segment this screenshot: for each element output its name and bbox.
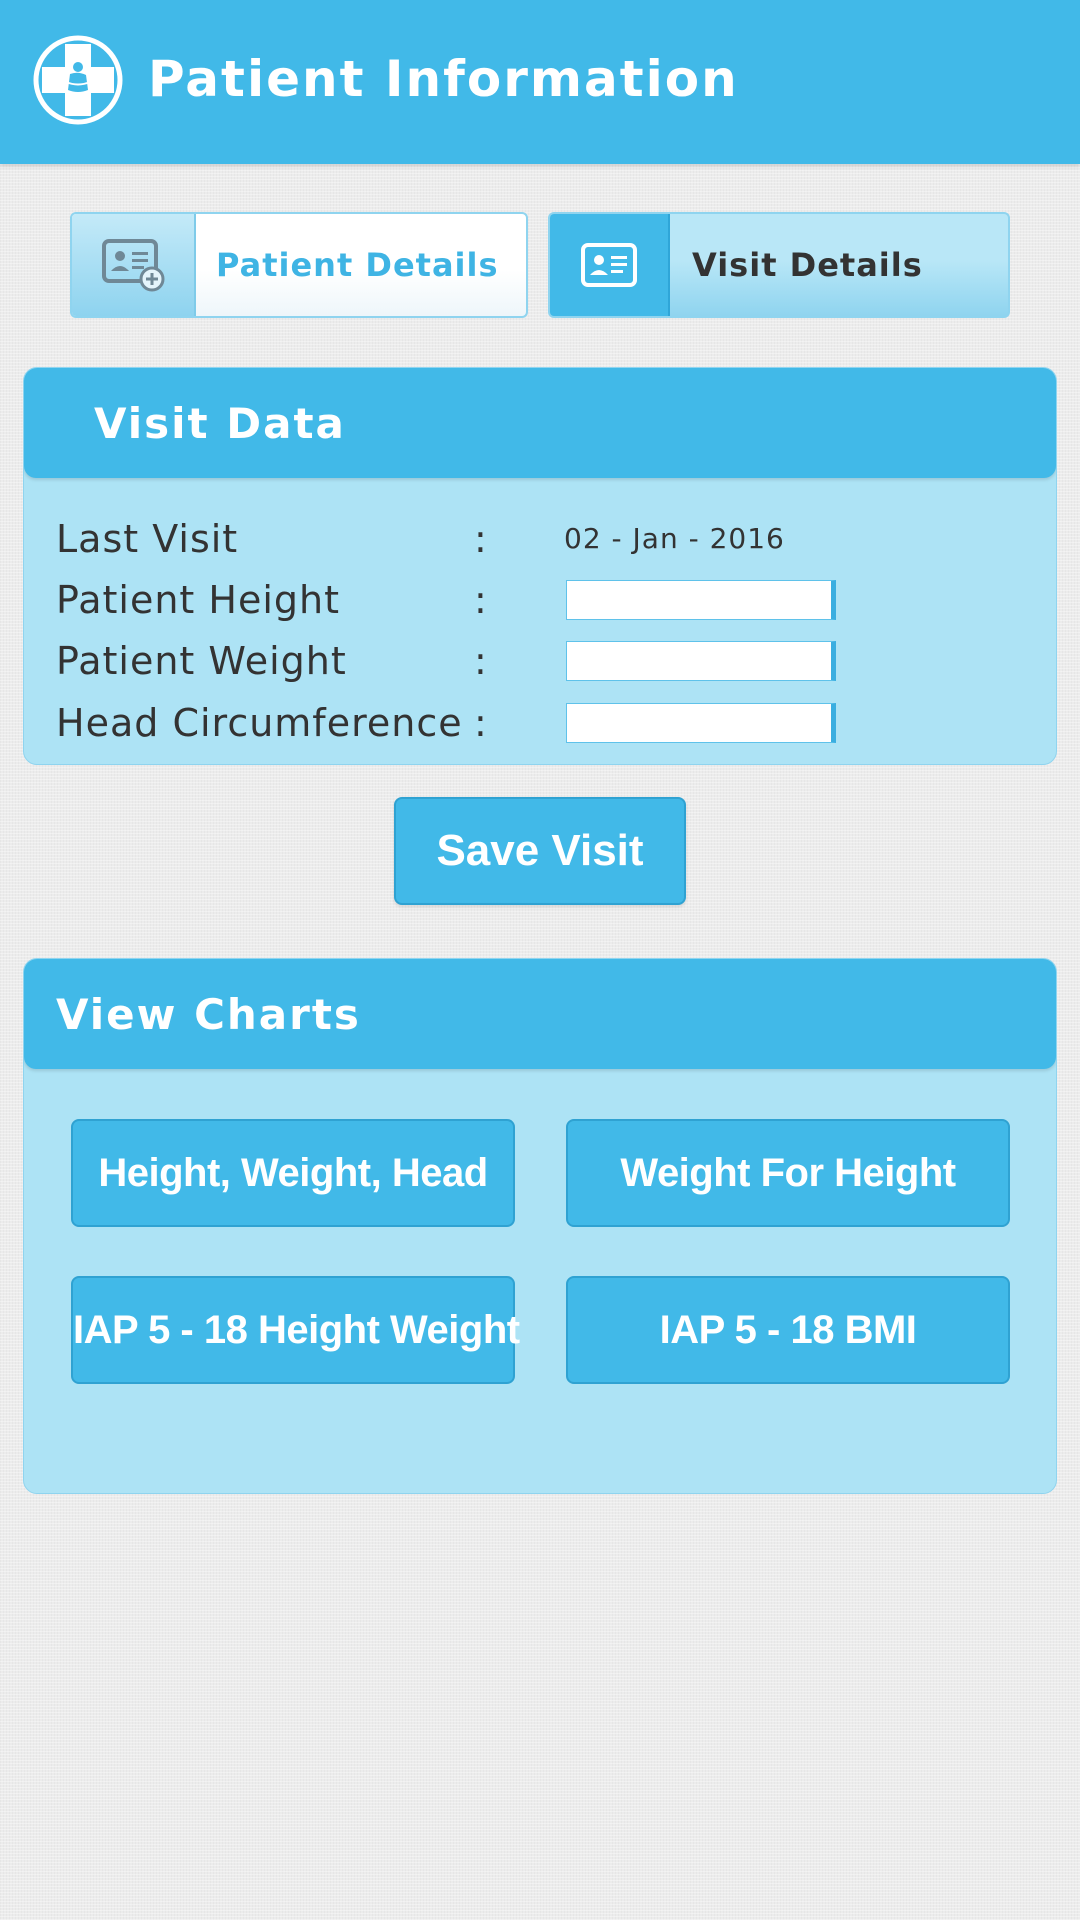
patient-weight-label: Patient Weight	[56, 639, 347, 683]
separator: :	[474, 517, 487, 561]
head-circumference-row: Head Circumference :	[56, 698, 1016, 748]
medical-cross-icon	[33, 35, 123, 125]
last-visit-value: 02 - Jan - 2016	[564, 522, 785, 555]
view-charts-title: View Charts	[56, 990, 361, 1039]
last-visit-label: Last Visit	[56, 517, 239, 561]
add-user-card-icon	[102, 239, 165, 292]
view-charts-header: View Charts	[24, 959, 1056, 1069]
separator: :	[474, 701, 487, 745]
app-header: Patient Information	[0, 0, 1080, 164]
weight-for-height-chart-button[interactable]: Weight For Height	[566, 1119, 1010, 1227]
iap-height-weight-chart-button[interactable]: IAP 5 - 18 Height Weight	[71, 1276, 520, 1384]
visit-data-title: Visit Data	[94, 399, 346, 448]
height-weight-head-chart-button[interactable]: Height, Weight, Head	[71, 1119, 515, 1227]
patient-height-input[interactable]	[566, 580, 836, 620]
last-visit-row: Last Visit : 02 - Jan - 2016	[56, 514, 1016, 564]
view-charts-panel: View Charts Height, Weight, Head Weight …	[23, 958, 1057, 1494]
patient-height-row: Patient Height :	[56, 575, 1016, 625]
id-card-icon	[581, 243, 637, 287]
separator: :	[474, 639, 487, 683]
separator: :	[474, 578, 487, 622]
head-circumference-label: Head Circumference	[56, 701, 463, 745]
page-title: Patient Information	[148, 50, 739, 108]
patient-weight-row: Patient Weight :	[56, 636, 1016, 686]
patient-weight-input[interactable]	[566, 641, 836, 681]
visit-data-header: Visit Data	[24, 368, 1056, 478]
tab-label: Patient Details	[216, 246, 499, 284]
save-visit-button[interactable]: Save Visit	[394, 797, 686, 905]
tab-icon-box	[550, 214, 670, 316]
head-circumference-input[interactable]	[566, 703, 836, 743]
patient-height-label: Patient Height	[56, 578, 341, 622]
visit-data-panel: Visit Data Last Visit : 02 - Jan - 2016 …	[23, 367, 1057, 765]
tab-label: Visit Details	[692, 246, 923, 284]
tab-visit-details[interactable]: Visit Details	[548, 212, 1010, 318]
tab-patient-details[interactable]: Patient Details	[70, 212, 528, 318]
tab-icon-box	[72, 214, 196, 316]
iap-bmi-chart-button[interactable]: IAP 5 - 18 BMI	[566, 1276, 1010, 1384]
